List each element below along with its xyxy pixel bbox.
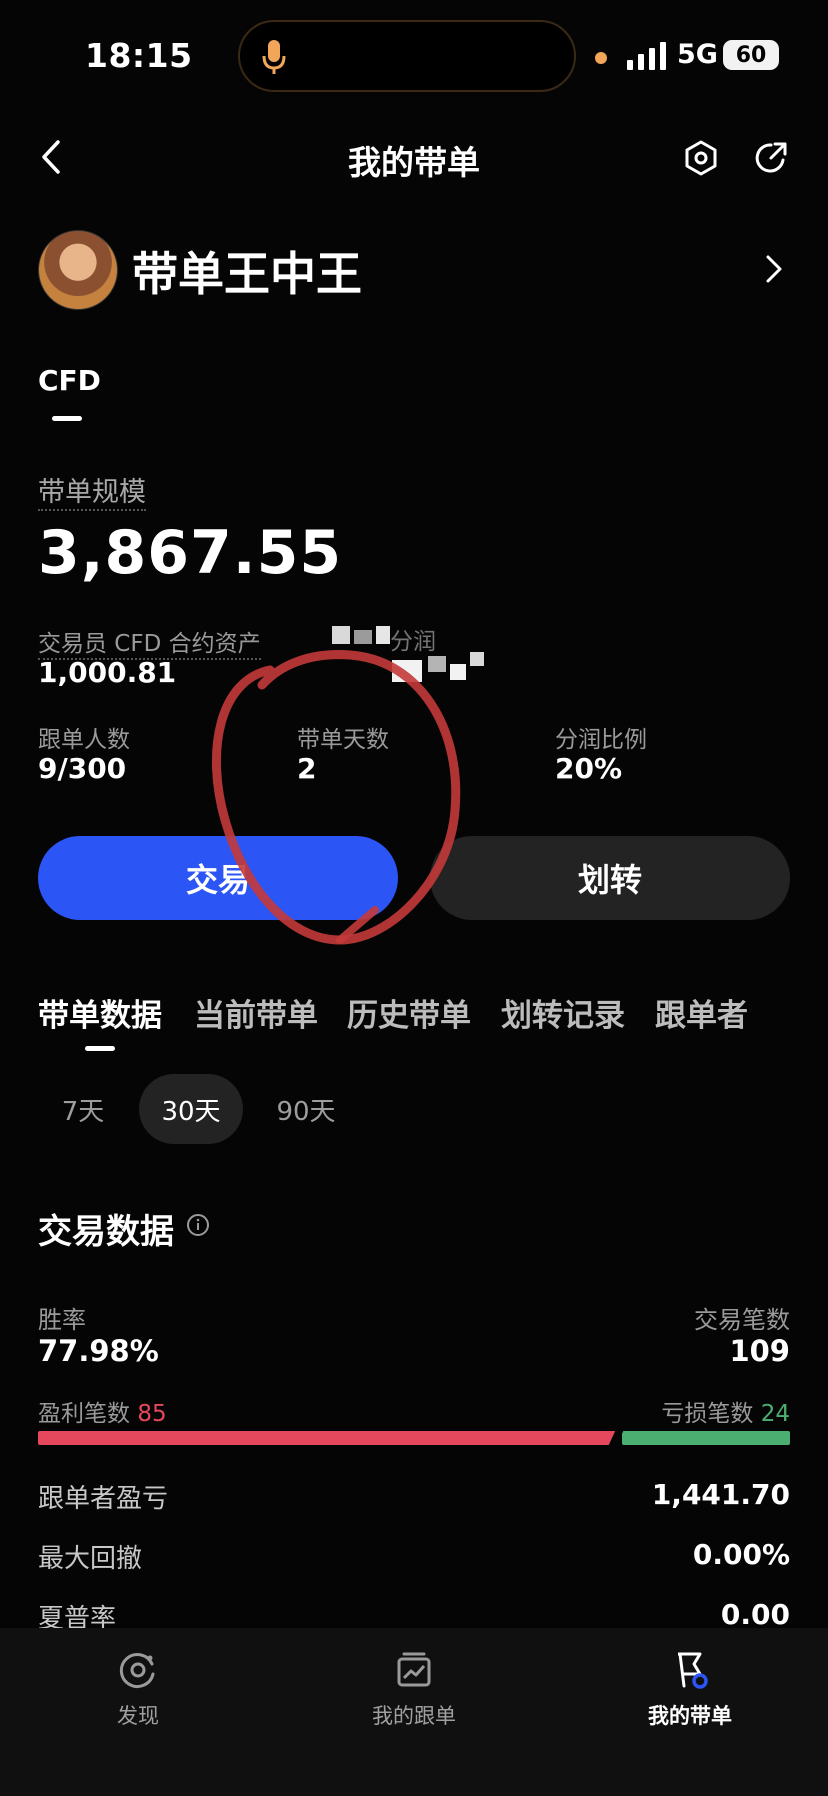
profit-bar bbox=[38, 1431, 616, 1445]
period-30d[interactable]: 30天 bbox=[139, 1074, 243, 1144]
win-rate-label: 胜率 bbox=[38, 1306, 86, 1334]
period-90d[interactable]: 90天 bbox=[258, 1074, 354, 1144]
loss-count-label: 亏损笔数 bbox=[661, 1401, 754, 1427]
nav-label-my-follow: 我的跟单 bbox=[372, 1704, 456, 1728]
trader-name[interactable]: 带单王中王 bbox=[132, 238, 362, 304]
share-icon[interactable] bbox=[753, 140, 789, 176]
max-drawdown-value: 0.00% bbox=[692, 1538, 790, 1571]
scale-label: 带单规模 bbox=[38, 470, 146, 511]
tab-current-orders[interactable]: 当前带单 bbox=[194, 990, 318, 1035]
trades-value: 109 bbox=[729, 1334, 790, 1368]
scale-value: 3,867.55 bbox=[38, 518, 343, 588]
battery-indicator: 60 bbox=[723, 40, 779, 70]
signal-icon bbox=[627, 42, 666, 70]
network-type: 5G bbox=[677, 39, 718, 70]
info-icon[interactable] bbox=[186, 1213, 210, 1237]
tab-cfd[interactable]: CFD bbox=[38, 364, 101, 397]
privacy-dot bbox=[595, 52, 607, 64]
max-drawdown-label: 最大回撤 bbox=[38, 1544, 143, 1574]
nav-discover[interactable]: 发现 bbox=[58, 1650, 218, 1730]
tab-followers[interactable]: 跟单者 bbox=[655, 990, 748, 1035]
profit-count-label: 盈利笔数 bbox=[38, 1401, 130, 1427]
win-rate-value: 77.98% bbox=[38, 1334, 159, 1368]
ratio-value: 20% bbox=[555, 752, 623, 785]
transfer-button[interactable]: 划转 bbox=[430, 836, 790, 920]
tab-underline bbox=[85, 1046, 115, 1051]
asset-value: 1,000.81 bbox=[38, 656, 177, 689]
profit-count: 85 bbox=[137, 1401, 167, 1427]
tab-indicator bbox=[52, 416, 82, 421]
flag-badge-icon bbox=[678, 1652, 708, 1689]
hexagon-settings-icon[interactable] bbox=[683, 140, 719, 176]
status-time: 18:15 bbox=[85, 36, 193, 75]
microphone-icon bbox=[262, 40, 286, 74]
section-title: 交易数据 bbox=[38, 1212, 174, 1252]
profit-count-row: 盈利笔数 85 bbox=[38, 1394, 167, 1428]
period-7d[interactable]: 7天 bbox=[38, 1074, 128, 1144]
nav-my-lead[interactable]: 我的带单 bbox=[610, 1650, 770, 1730]
follower-pnl-value: 1,441.70 bbox=[651, 1478, 790, 1511]
ratio-label: 分润比例 bbox=[555, 727, 647, 753]
chart-board-icon bbox=[397, 1652, 431, 1687]
follower-pnl-label: 跟单者盈亏 bbox=[38, 1484, 169, 1514]
tab-history-orders[interactable]: 历史带单 bbox=[347, 990, 471, 1035]
followers-label: 跟单人数 bbox=[38, 727, 130, 753]
loss-bar bbox=[622, 1431, 790, 1445]
dynamic-island bbox=[238, 20, 576, 92]
chevron-right-icon[interactable] bbox=[765, 254, 783, 284]
followers-value: 9/300 bbox=[38, 752, 127, 785]
tab-transfer-records[interactable]: 划转记录 bbox=[501, 990, 625, 1035]
loss-count: 24 bbox=[760, 1401, 790, 1427]
discover-icon bbox=[119, 1653, 155, 1688]
avatar[interactable] bbox=[38, 230, 118, 310]
nav-label-my-lead: 我的带单 bbox=[648, 1704, 732, 1728]
tab-trade-data[interactable]: 带单数据 bbox=[38, 990, 162, 1035]
sharpe-value: 0.00 bbox=[720, 1598, 790, 1631]
nav-label-discover: 发现 bbox=[117, 1704, 159, 1728]
trades-label: 交易笔数 bbox=[694, 1306, 790, 1334]
nav-my-follow[interactable]: 我的跟单 bbox=[334, 1650, 494, 1730]
loss-count-row: 亏损笔数 24 bbox=[661, 1394, 790, 1428]
annotation-circle bbox=[211, 650, 461, 945]
